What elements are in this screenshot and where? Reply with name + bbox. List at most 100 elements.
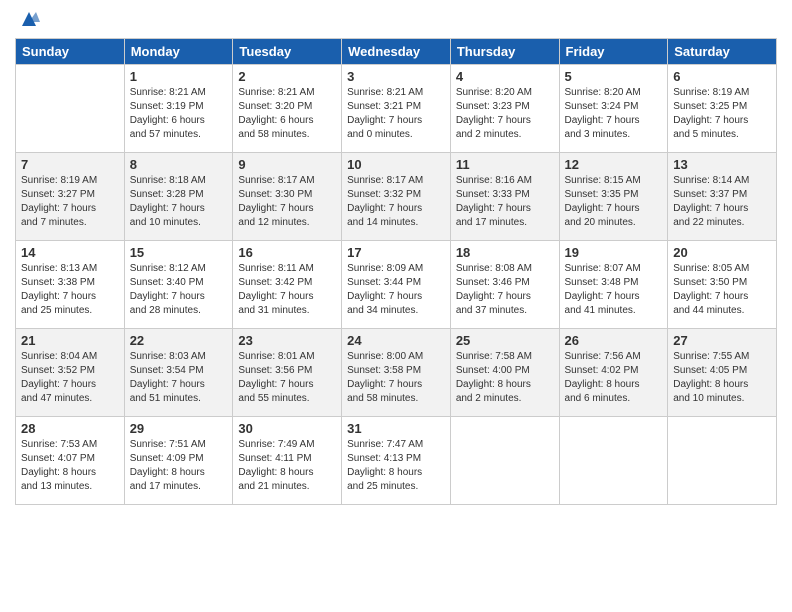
day-number: 23	[238, 333, 336, 348]
day-number: 13	[673, 157, 771, 172]
day-cell	[559, 417, 668, 505]
day-info: Sunrise: 8:07 AM Sunset: 3:48 PM Dayligh…	[565, 262, 663, 318]
day-cell: 15 Sunrise: 8:12 AM Sunset: 3:40 PM Dayli…	[124, 241, 233, 329]
column-header-sunday: Sunday	[16, 39, 125, 65]
day-info: Sunrise: 8:17 AM Sunset: 3:30 PM Dayligh…	[238, 174, 336, 230]
day-number: 3	[347, 69, 445, 84]
day-number: 14	[21, 245, 119, 260]
day-cell	[16, 65, 125, 153]
day-info: Sunrise: 8:21 AM Sunset: 3:21 PM Dayligh…	[347, 86, 445, 142]
day-info: Sunrise: 8:18 AM Sunset: 3:28 PM Dayligh…	[130, 174, 228, 230]
calendar-table: SundayMondayTuesdayWednesdayThursdayFrid…	[15, 38, 777, 505]
day-info: Sunrise: 8:11 AM Sunset: 3:42 PM Dayligh…	[238, 262, 336, 318]
day-info: Sunrise: 7:55 AM Sunset: 4:05 PM Dayligh…	[673, 350, 771, 406]
column-header-monday: Monday	[124, 39, 233, 65]
week-row-4: 21 Sunrise: 8:04 AM Sunset: 3:52 PM Dayli…	[16, 329, 777, 417]
day-info: Sunrise: 7:47 AM Sunset: 4:13 PM Dayligh…	[347, 438, 445, 494]
day-number: 24	[347, 333, 445, 348]
day-cell: 9 Sunrise: 8:17 AM Sunset: 3:30 PM Daylig…	[233, 153, 342, 241]
day-info: Sunrise: 8:15 AM Sunset: 3:35 PM Dayligh…	[565, 174, 663, 230]
day-number: 5	[565, 69, 663, 84]
column-header-friday: Friday	[559, 39, 668, 65]
day-info: Sunrise: 8:12 AM Sunset: 3:40 PM Dayligh…	[130, 262, 228, 318]
header	[15, 10, 777, 30]
day-cell: 17 Sunrise: 8:09 AM Sunset: 3:44 PM Dayli…	[342, 241, 451, 329]
day-number: 1	[130, 69, 228, 84]
day-info: Sunrise: 7:49 AM Sunset: 4:11 PM Dayligh…	[238, 438, 336, 494]
day-info: Sunrise: 7:56 AM Sunset: 4:02 PM Dayligh…	[565, 350, 663, 406]
day-info: Sunrise: 8:19 AM Sunset: 3:27 PM Dayligh…	[21, 174, 119, 230]
day-cell: 16 Sunrise: 8:11 AM Sunset: 3:42 PM Dayli…	[233, 241, 342, 329]
day-cell: 27Sunrise: 7:55 AM Sunset: 4:05 PM Dayli…	[668, 329, 777, 417]
day-number: 25	[456, 333, 554, 348]
day-cell: 5 Sunrise: 8:20 AM Sunset: 3:24 PM Daylig…	[559, 65, 668, 153]
day-cell: 30 Sunrise: 7:49 AM Sunset: 4:11 PM Dayli…	[233, 417, 342, 505]
day-info: Sunrise: 8:14 AM Sunset: 3:37 PM Dayligh…	[673, 174, 771, 230]
day-cell: 26 Sunrise: 7:56 AM Sunset: 4:02 PM Dayli…	[559, 329, 668, 417]
day-info: Sunrise: 8:08 AM Sunset: 3:46 PM Dayligh…	[456, 262, 554, 318]
day-info: Sunrise: 7:51 AM Sunset: 4:09 PM Dayligh…	[130, 438, 228, 494]
main-container: SundayMondayTuesdayWednesdayThursdayFrid…	[0, 0, 792, 612]
header-row: SundayMondayTuesdayWednesdayThursdayFrid…	[16, 39, 777, 65]
day-info: Sunrise: 8:05 AM Sunset: 3:50 PM Dayligh…	[673, 262, 771, 318]
day-cell: 12 Sunrise: 8:15 AM Sunset: 3:35 PM Dayli…	[559, 153, 668, 241]
day-info: Sunrise: 8:19 AM Sunset: 3:25 PM Dayligh…	[673, 86, 771, 142]
day-number: 31	[347, 421, 445, 436]
day-cell: 21 Sunrise: 8:04 AM Sunset: 3:52 PM Dayli…	[16, 329, 125, 417]
day-cell: 13 Sunrise: 8:14 AM Sunset: 3:37 PM Dayli…	[668, 153, 777, 241]
day-cell: 14 Sunrise: 8:13 AM Sunset: 3:38 PM Dayli…	[16, 241, 125, 329]
column-header-thursday: Thursday	[450, 39, 559, 65]
day-info: Sunrise: 8:00 AM Sunset: 3:58 PM Dayligh…	[347, 350, 445, 406]
day-number: 17	[347, 245, 445, 260]
day-number: 12	[565, 157, 663, 172]
day-cell: 1 Sunrise: 8:21 AM Sunset: 3:19 PM Daylig…	[124, 65, 233, 153]
day-cell: 31 Sunrise: 7:47 AM Sunset: 4:13 PM Dayli…	[342, 417, 451, 505]
day-number: 21	[21, 333, 119, 348]
day-info: Sunrise: 8:04 AM Sunset: 3:52 PM Dayligh…	[21, 350, 119, 406]
day-number: 30	[238, 421, 336, 436]
day-number: 28	[21, 421, 119, 436]
day-info: Sunrise: 8:20 AM Sunset: 3:24 PM Dayligh…	[565, 86, 663, 142]
day-cell: 2 Sunrise: 8:21 AM Sunset: 3:20 PM Daylig…	[233, 65, 342, 153]
day-cell: 20 Sunrise: 8:05 AM Sunset: 3:50 PM Dayli…	[668, 241, 777, 329]
day-cell: 25 Sunrise: 7:58 AM Sunset: 4:00 PM Dayli…	[450, 329, 559, 417]
day-number: 7	[21, 157, 119, 172]
day-info: Sunrise: 8:03 AM Sunset: 3:54 PM Dayligh…	[130, 350, 228, 406]
day-info: Sunrise: 8:01 AM Sunset: 3:56 PM Dayligh…	[238, 350, 336, 406]
day-number: 26	[565, 333, 663, 348]
day-info: Sunrise: 8:13 AM Sunset: 3:38 PM Dayligh…	[21, 262, 119, 318]
day-cell: 6 Sunrise: 8:19 AM Sunset: 3:25 PM Daylig…	[668, 65, 777, 153]
day-info: Sunrise: 8:17 AM Sunset: 3:32 PM Dayligh…	[347, 174, 445, 230]
day-number: 19	[565, 245, 663, 260]
day-number: 11	[456, 157, 554, 172]
day-info: Sunrise: 8:09 AM Sunset: 3:44 PM Dayligh…	[347, 262, 445, 318]
day-number: 16	[238, 245, 336, 260]
day-info: Sunrise: 8:21 AM Sunset: 3:20 PM Dayligh…	[238, 86, 336, 142]
column-header-tuesday: Tuesday	[233, 39, 342, 65]
day-cell	[668, 417, 777, 505]
day-number: 10	[347, 157, 445, 172]
day-number: 15	[130, 245, 228, 260]
week-row-3: 14 Sunrise: 8:13 AM Sunset: 3:38 PM Dayli…	[16, 241, 777, 329]
day-cell: 8 Sunrise: 8:18 AM Sunset: 3:28 PM Daylig…	[124, 153, 233, 241]
day-cell	[450, 417, 559, 505]
day-cell: 19 Sunrise: 8:07 AM Sunset: 3:48 PM Dayli…	[559, 241, 668, 329]
day-cell: 11 Sunrise: 8:16 AM Sunset: 3:33 PM Dayli…	[450, 153, 559, 241]
column-header-saturday: Saturday	[668, 39, 777, 65]
day-cell: 7 Sunrise: 8:19 AM Sunset: 3:27 PM Daylig…	[16, 153, 125, 241]
day-number: 8	[130, 157, 228, 172]
day-cell: 18Sunrise: 8:08 AM Sunset: 3:46 PM Dayli…	[450, 241, 559, 329]
day-number: 2	[238, 69, 336, 84]
day-number: 6	[673, 69, 771, 84]
day-number: 9	[238, 157, 336, 172]
day-info: Sunrise: 8:21 AM Sunset: 3:19 PM Dayligh…	[130, 86, 228, 142]
day-cell: 4Sunrise: 8:20 AM Sunset: 3:23 PM Daylig…	[450, 65, 559, 153]
day-number: 20	[673, 245, 771, 260]
day-info: Sunrise: 8:20 AM Sunset: 3:23 PM Dayligh…	[456, 86, 554, 142]
day-info: Sunrise: 8:16 AM Sunset: 3:33 PM Dayligh…	[456, 174, 554, 230]
day-cell: 10 Sunrise: 8:17 AM Sunset: 3:32 PM Dayli…	[342, 153, 451, 241]
day-info: Sunrise: 7:58 AM Sunset: 4:00 PM Dayligh…	[456, 350, 554, 406]
week-row-1: 1 Sunrise: 8:21 AM Sunset: 3:19 PM Daylig…	[16, 65, 777, 153]
day-cell: 22Sunrise: 8:03 AM Sunset: 3:54 PM Dayli…	[124, 329, 233, 417]
day-cell: 28Sunrise: 7:53 AM Sunset: 4:07 PM Dayli…	[16, 417, 125, 505]
